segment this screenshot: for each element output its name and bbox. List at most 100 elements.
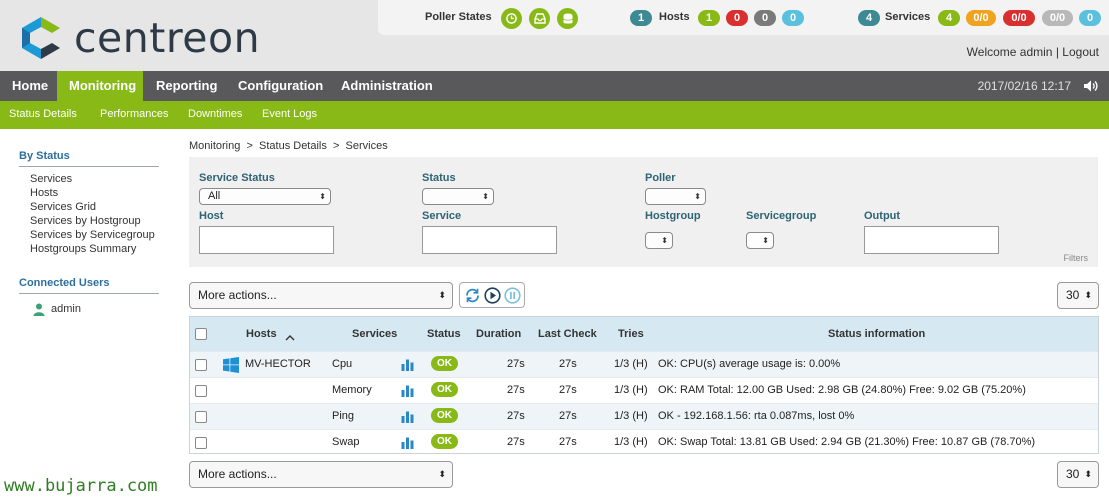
host-input[interactable] (199, 226, 334, 254)
sub-nav: Status Details Performances Downtimes Ev… (0, 101, 1109, 129)
column-status[interactable]: Status (427, 328, 461, 340)
poller-select[interactable]: ⬍ (645, 188, 706, 205)
status-select[interactable]: ⬍ (422, 188, 494, 205)
hosts-pending-badge[interactable]: 0 (782, 10, 804, 26)
nav-monitoring[interactable]: Monitoring (57, 71, 143, 101)
database-icon[interactable] (557, 8, 578, 29)
last-check-value: 27s (559, 410, 577, 422)
service-status-value: All (208, 190, 221, 202)
subnav-status-details[interactable]: Status Details (9, 108, 77, 120)
graph-icon[interactable] (401, 384, 414, 397)
centreon-logo[interactable]: centreon (18, 14, 260, 62)
select-arrows-icon: ⬍ (319, 192, 326, 201)
graph-icon[interactable] (401, 358, 414, 371)
last-check-value: 27s (559, 384, 577, 396)
nav-configuration[interactable]: Configuration (226, 71, 335, 101)
services-ok-badge[interactable]: 4 (938, 10, 960, 26)
table-row: Ping OK 27s 27s 1/3 (H) OK - 192.168.1.5… (190, 403, 1098, 429)
sidebar-item-services-by-hostgroup[interactable]: Services by Hostgroup (30, 215, 141, 227)
graph-icon[interactable] (401, 410, 414, 423)
service-status-label: Service Status (199, 172, 275, 184)
subnav-downtimes[interactable]: Downtimes (188, 108, 242, 120)
tries-value: 1/3 (H) (614, 410, 648, 422)
hosts-up-badge[interactable]: 1 (698, 10, 720, 26)
more-actions-value: More actions... (198, 467, 277, 481)
row-checkbox[interactable] (195, 437, 207, 449)
status-info: OK: RAM Total: 12.00 GB Used: 2.98 GB (2… (658, 384, 1026, 396)
table-row: MV-HECTOR Cpu OK 27s 27s 1/3 (H) OK: CPU… (190, 351, 1098, 377)
column-tries[interactable]: Tries (618, 328, 644, 340)
watermark: www.bujarra.com (4, 476, 158, 496)
nav-home[interactable]: Home (0, 71, 57, 101)
subnav-event-logs[interactable]: Event Logs (262, 108, 317, 120)
services-pending-badge[interactable]: 0 (1079, 10, 1101, 26)
services-label[interactable]: Services (885, 11, 930, 23)
more-actions-select-bottom[interactable]: More actions... ⬍ (189, 461, 453, 488)
services-warning-badge[interactable]: 0/0 (966, 10, 996, 26)
select-all-checkbox[interactable] (195, 328, 207, 340)
sidebar-item-services-by-servicegroup[interactable]: Services by Servicegroup (30, 229, 155, 241)
column-hosts[interactable]: Hosts (246, 328, 277, 340)
logout-link[interactable]: Logout (1062, 45, 1099, 59)
service-label: Service (422, 210, 462, 222)
services-unknown-badge[interactable]: 0/0 (1042, 10, 1073, 26)
service-name[interactable]: Memory (332, 384, 372, 396)
column-services[interactable]: Services (352, 328, 397, 340)
page-size-select[interactable]: 30 ⬍ (1057, 282, 1099, 309)
host-name[interactable]: MV-HECTOR (245, 358, 311, 370)
status-label: Status (422, 172, 456, 184)
pause-icon[interactable] (504, 287, 521, 304)
services-critical-badge[interactable]: 0/0 (1003, 10, 1035, 26)
refresh-icon[interactable] (464, 287, 481, 304)
services-table: Hosts Services Status Duration Last Chec… (189, 316, 1099, 454)
page-size-value: 30 (1066, 288, 1080, 302)
last-check-value: 27s (559, 358, 577, 370)
row-checkbox[interactable] (195, 411, 207, 423)
status-info: OK: Swap Total: 13.81 GB Used: 2.94 GB (… (658, 436, 1036, 448)
sound-icon[interactable] (1083, 79, 1099, 96)
sidebar-item-services-grid[interactable]: Services Grid (30, 201, 96, 213)
inbox-icon[interactable] (529, 8, 550, 29)
connected-users-title: Connected Users (19, 277, 110, 289)
hosts-total-badge[interactable]: 1 (630, 10, 652, 26)
service-name[interactable]: Cpu (332, 358, 352, 370)
servicegroup-select[interactable]: ⬍ (746, 232, 774, 249)
poller-states-label: Poller States (425, 11, 492, 23)
page-size-select-bottom[interactable]: 30 ⬍ (1057, 461, 1099, 488)
sidebar-item-services[interactable]: Services (30, 173, 72, 185)
service-name[interactable]: Swap (332, 436, 360, 448)
column-duration[interactable]: Duration (476, 328, 521, 340)
column-status-information[interactable]: Status information (828, 328, 925, 340)
brand-name: centreon (74, 14, 261, 62)
service-input[interactable] (422, 226, 557, 254)
select-arrows-icon: ⬍ (482, 192, 489, 201)
row-checkbox[interactable] (195, 359, 207, 371)
connected-user-admin[interactable]: admin (51, 303, 81, 315)
sidebar-divider (19, 293, 159, 294)
status-info: OK: CPU(s) average usage is: 0.00% (658, 358, 841, 370)
column-last-check[interactable]: Last Check (538, 328, 597, 340)
hosts-down-badge[interactable]: 0 (726, 10, 748, 26)
subnav-performances[interactable]: Performances (100, 108, 168, 120)
status-info: OK - 192.168.1.56: rta 0.087ms, lost 0% (658, 410, 855, 422)
more-actions-select[interactable]: More actions... ⬍ (189, 282, 453, 309)
play-icon[interactable] (484, 287, 501, 304)
status-badge: OK (431, 434, 458, 449)
sort-asc-icon[interactable] (285, 330, 295, 344)
select-arrows-icon: ⬍ (438, 469, 446, 479)
hosts-label[interactable]: Hosts (659, 11, 690, 23)
sidebar-item-hostgroups-summary[interactable]: Hostgroups Summary (30, 243, 136, 255)
welcome-area: Welcome admin | Logout (967, 45, 1099, 59)
clock-icon[interactable] (501, 8, 522, 29)
output-input[interactable] (864, 226, 999, 254)
nav-reporting[interactable]: Reporting (144, 71, 229, 101)
hostgroup-select[interactable]: ⬍ (645, 232, 673, 249)
service-name[interactable]: Ping (332, 410, 354, 422)
hosts-unreachable-badge[interactable]: 0 (754, 10, 776, 26)
nav-administration[interactable]: Administration (329, 71, 445, 101)
services-total-badge[interactable]: 4 (858, 10, 880, 26)
row-checkbox[interactable] (195, 385, 207, 397)
service-status-select[interactable]: All ⬍ (199, 188, 331, 205)
sidebar-item-hosts[interactable]: Hosts (30, 187, 58, 199)
graph-icon[interactable] (401, 436, 414, 449)
